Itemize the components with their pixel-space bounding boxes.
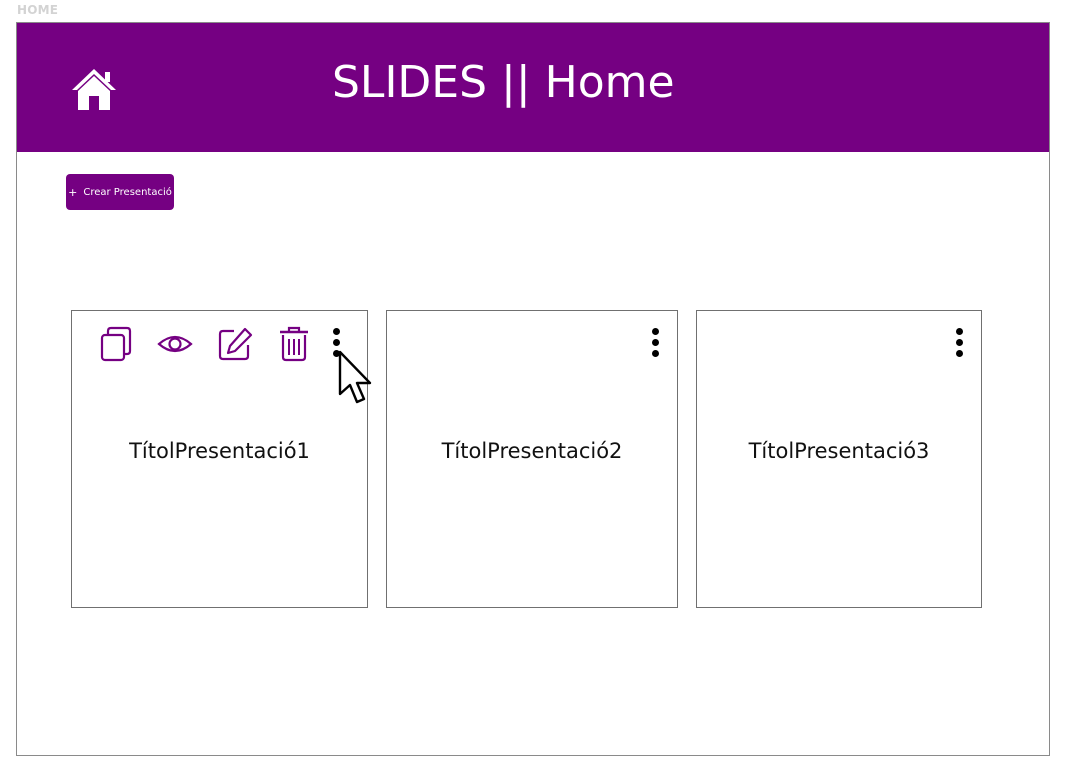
dot	[652, 339, 659, 346]
create-presentation-button[interactable]: + Crear Presentació	[66, 174, 174, 210]
copy-icon[interactable]	[98, 326, 134, 362]
create-presentation-label: Crear Presentació	[83, 186, 172, 198]
trash-icon[interactable]	[276, 326, 312, 362]
presentation-card[interactable]: TítolPresentació3	[696, 310, 982, 608]
presentation-title: TítolPresentació1	[129, 439, 310, 463]
page-title: SLIDES || Home	[332, 57, 675, 108]
dot	[652, 350, 659, 357]
dot	[333, 350, 340, 357]
dot	[652, 328, 659, 335]
header-bar: SLIDES || Home	[17, 23, 1049, 152]
dot	[333, 328, 340, 335]
more-options-icon[interactable]	[647, 325, 663, 361]
dot	[956, 339, 963, 346]
page-label: HOME	[17, 3, 59, 17]
presentation-card[interactable]: TítolPresentació2	[386, 310, 678, 608]
app-window: SLIDES || Home + Crear Presentació Títol…	[16, 22, 1050, 756]
dot	[333, 339, 340, 346]
presentation-title: TítolPresentació3	[748, 439, 930, 463]
presentation-title: TítolPresentació2	[441, 439, 623, 463]
home-icon[interactable]	[70, 66, 118, 112]
eye-icon[interactable]	[157, 326, 193, 362]
presentation-card[interactable]: TítolPresentació1	[71, 310, 368, 608]
edit-icon[interactable]	[217, 326, 253, 362]
dot	[956, 350, 963, 357]
more-options-icon[interactable]	[328, 325, 344, 361]
more-options-icon[interactable]	[951, 325, 967, 361]
plus-icon: +	[68, 185, 78, 199]
dot	[956, 328, 963, 335]
